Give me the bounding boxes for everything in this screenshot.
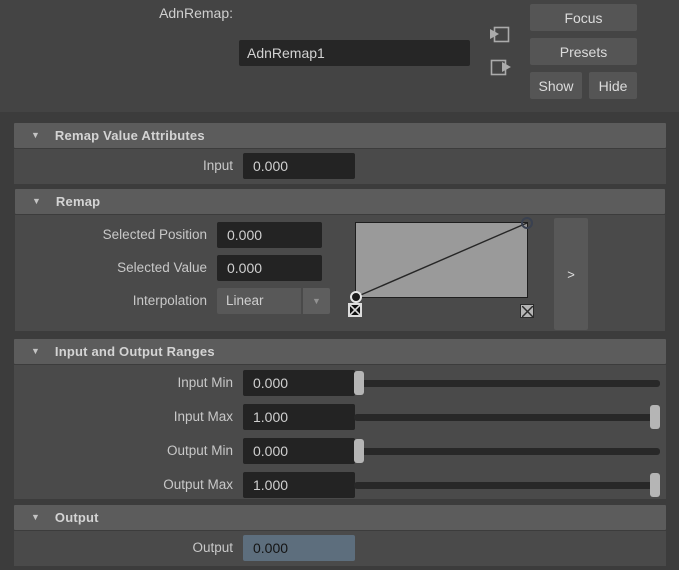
show-button[interactable]: Show [530, 72, 582, 99]
section-header-remap[interactable]: ▼ Remap [15, 189, 665, 214]
ramp-point-end[interactable] [521, 217, 533, 229]
ramp-point-selected[interactable] [350, 291, 362, 303]
presets-button[interactable]: Presets [530, 38, 637, 65]
remap-curve-line [356, 223, 527, 297]
input-max-field[interactable] [243, 404, 355, 430]
collapse-triangle-icon: ▼ [32, 197, 41, 206]
slider-handle[interactable] [354, 439, 364, 463]
slider-handle[interactable] [650, 473, 660, 497]
output-min-label: Output Min [14, 438, 233, 464]
selected-value-label: Selected Value [15, 255, 207, 281]
dropdown-arrow-button[interactable]: ▼ [303, 288, 330, 314]
selected-position-field[interactable] [217, 222, 322, 248]
delete-point-marker-selected[interactable] [348, 303, 362, 317]
output-max-label: Output Max [14, 472, 233, 498]
arrow-into-square-icon [488, 23, 512, 47]
slider-handle[interactable] [354, 371, 364, 395]
collapse-triangle-icon: ▼ [31, 347, 40, 356]
section-header-output[interactable]: ▼ Output [14, 505, 666, 530]
selected-value-field[interactable] [217, 255, 322, 281]
x-icon [522, 306, 533, 317]
section-body-remap-value-attributes: Input [14, 149, 666, 184]
output-max-slider[interactable] [354, 472, 660, 498]
slider-track[interactable] [354, 414, 660, 421]
section-title: Output [55, 510, 99, 525]
x-icon [350, 305, 360, 315]
section-header-remap-value-attributes[interactable]: ▼ Remap Value Attributes [14, 123, 666, 148]
output-max-field[interactable] [243, 472, 355, 498]
interpolation-dropdown[interactable]: Linear ▼ [217, 288, 330, 314]
output-connections-button[interactable] [488, 56, 512, 80]
interpolation-label: Interpolation [15, 288, 207, 314]
input-connections-button[interactable] [488, 23, 512, 47]
slider-track[interactable] [354, 482, 660, 489]
input-field[interactable] [243, 153, 355, 179]
input-min-label: Input Min [14, 370, 233, 396]
output-min-slider[interactable] [354, 438, 660, 464]
input-min-field[interactable] [243, 370, 355, 396]
interpolation-selected-value: Linear [217, 288, 301, 314]
expand-ramp-button[interactable]: > [554, 218, 588, 330]
section-title: Input and Output Ranges [55, 344, 215, 359]
delete-point-marker[interactable] [520, 304, 534, 318]
node-header-panel: AdnRemap: Focus Presets Show Hide [0, 0, 679, 112]
slider-handle[interactable] [650, 405, 660, 429]
focus-button[interactable]: Focus [530, 4, 637, 31]
remap-curve-widget[interactable] [355, 222, 528, 298]
input-label: Input [14, 153, 233, 179]
input-max-slider[interactable] [354, 404, 660, 430]
chevron-down-icon: ▼ [312, 297, 321, 306]
section-header-input-output-ranges[interactable]: ▼ Input and Output Ranges [14, 339, 666, 364]
output-label: Output [14, 535, 233, 561]
output-min-field[interactable] [243, 438, 355, 464]
node-name-input[interactable] [239, 40, 470, 66]
section-title: Remap Value Attributes [55, 128, 205, 143]
section-title: Remap [56, 194, 100, 209]
selected-position-label: Selected Position [15, 222, 207, 248]
node-type-label: AdnRemap: [0, 0, 233, 26]
collapse-triangle-icon: ▼ [31, 131, 40, 140]
slider-track[interactable] [354, 448, 660, 455]
input-max-label: Input Max [14, 404, 233, 430]
output-field[interactable] [243, 535, 355, 561]
section-body-output: Output [14, 531, 666, 566]
arrow-out-of-square-icon [488, 56, 512, 80]
hide-button[interactable]: Hide [589, 72, 637, 99]
section-body-input-output-ranges: Input Min Input Max Output Min Output Ma… [14, 365, 666, 499]
collapse-triangle-icon: ▼ [31, 513, 40, 522]
slider-track[interactable] [354, 380, 660, 387]
section-body-remap: Selected Position Selected Value Interpo… [15, 215, 665, 331]
input-min-slider[interactable] [354, 370, 660, 396]
